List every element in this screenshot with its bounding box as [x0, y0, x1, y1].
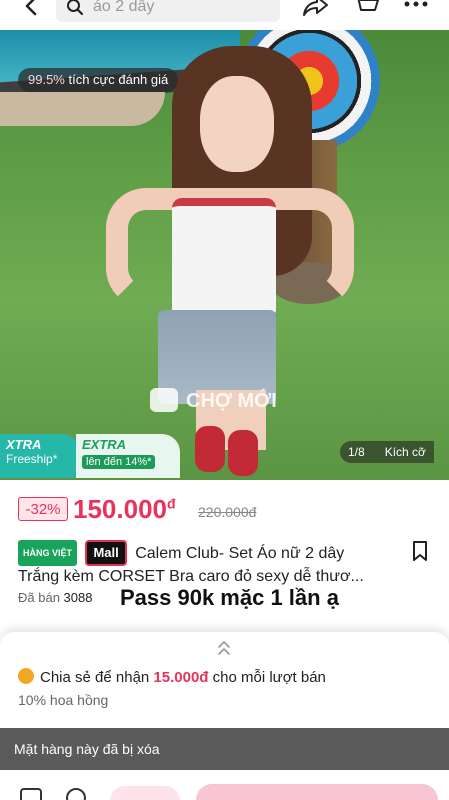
affiliate-sheet[interactable]: Chia sẻ để nhận 15.000đ cho mỗi lượt bán…: [0, 632, 449, 728]
cart-icon[interactable]: [352, 0, 380, 23]
watermark-logo-icon: [150, 388, 178, 412]
add-to-cart-button[interactable]: [110, 786, 180, 800]
product-title: HÀNG VIỆT Mall Calem Club- Set Áo nữ 2 d…: [18, 540, 398, 588]
bottom-action-bar: [0, 770, 449, 800]
overlay-note: Pass 90k mặc 1 lần ạ: [120, 585, 339, 610]
search-placeholder: áo 2 dây: [93, 0, 155, 15]
shop-icon[interactable]: [20, 788, 42, 800]
coin-icon: [18, 668, 34, 684]
sold-count: Đã bán 3088: [18, 590, 93, 605]
item-deleted-notice: Mặt hàng này đã bị xóa: [0, 728, 449, 770]
commission-text: 10% hoa hồng: [18, 692, 109, 708]
hang-viet-badge: HÀNG VIỆT: [18, 540, 78, 566]
image-counter[interactable]: 1/8 Kích cỡ: [340, 441, 434, 463]
buy-now-button[interactable]: [196, 784, 438, 800]
size-label[interactable]: Kích cỡ: [385, 445, 426, 459]
discount-badge: -32%: [18, 497, 68, 521]
share-earn-row: Chia sẻ để nhận 15.000đ cho mỗi lượt bán: [18, 668, 326, 686]
product-image[interactable]: 99.5% tích cực đánh giá CHỢ MỚI XTRA Fre…: [0, 30, 449, 480]
search-icon: [66, 0, 84, 21]
top-bar: áo 2 dây: [0, 0, 449, 30]
chat-icon[interactable]: [66, 788, 86, 800]
extra-cashback-badge: EXTRA lên đến 14%*: [76, 434, 180, 478]
back-arrow-icon[interactable]: [20, 0, 44, 24]
xtra-freeship-badge: XTRA Freeship*: [0, 434, 80, 478]
search-input[interactable]: áo 2 dây: [56, 0, 280, 22]
rating-percent: 99.5%: [28, 72, 65, 87]
watermark: CHỢ MỚI: [150, 386, 300, 416]
rating-badge: 99.5% tích cực đánh giá: [18, 68, 179, 92]
price: 150.000đ: [73, 494, 176, 524]
chevron-up-icon[interactable]: [217, 640, 231, 661]
bookmark-icon[interactable]: [411, 540, 429, 567]
original-price: 220.000đ: [198, 504, 257, 520]
mall-badge: Mall: [85, 540, 127, 566]
more-options-icon[interactable]: [403, 0, 429, 14]
share-icon[interactable]: [302, 0, 330, 23]
rating-text: tích cực đánh giá: [64, 72, 169, 87]
